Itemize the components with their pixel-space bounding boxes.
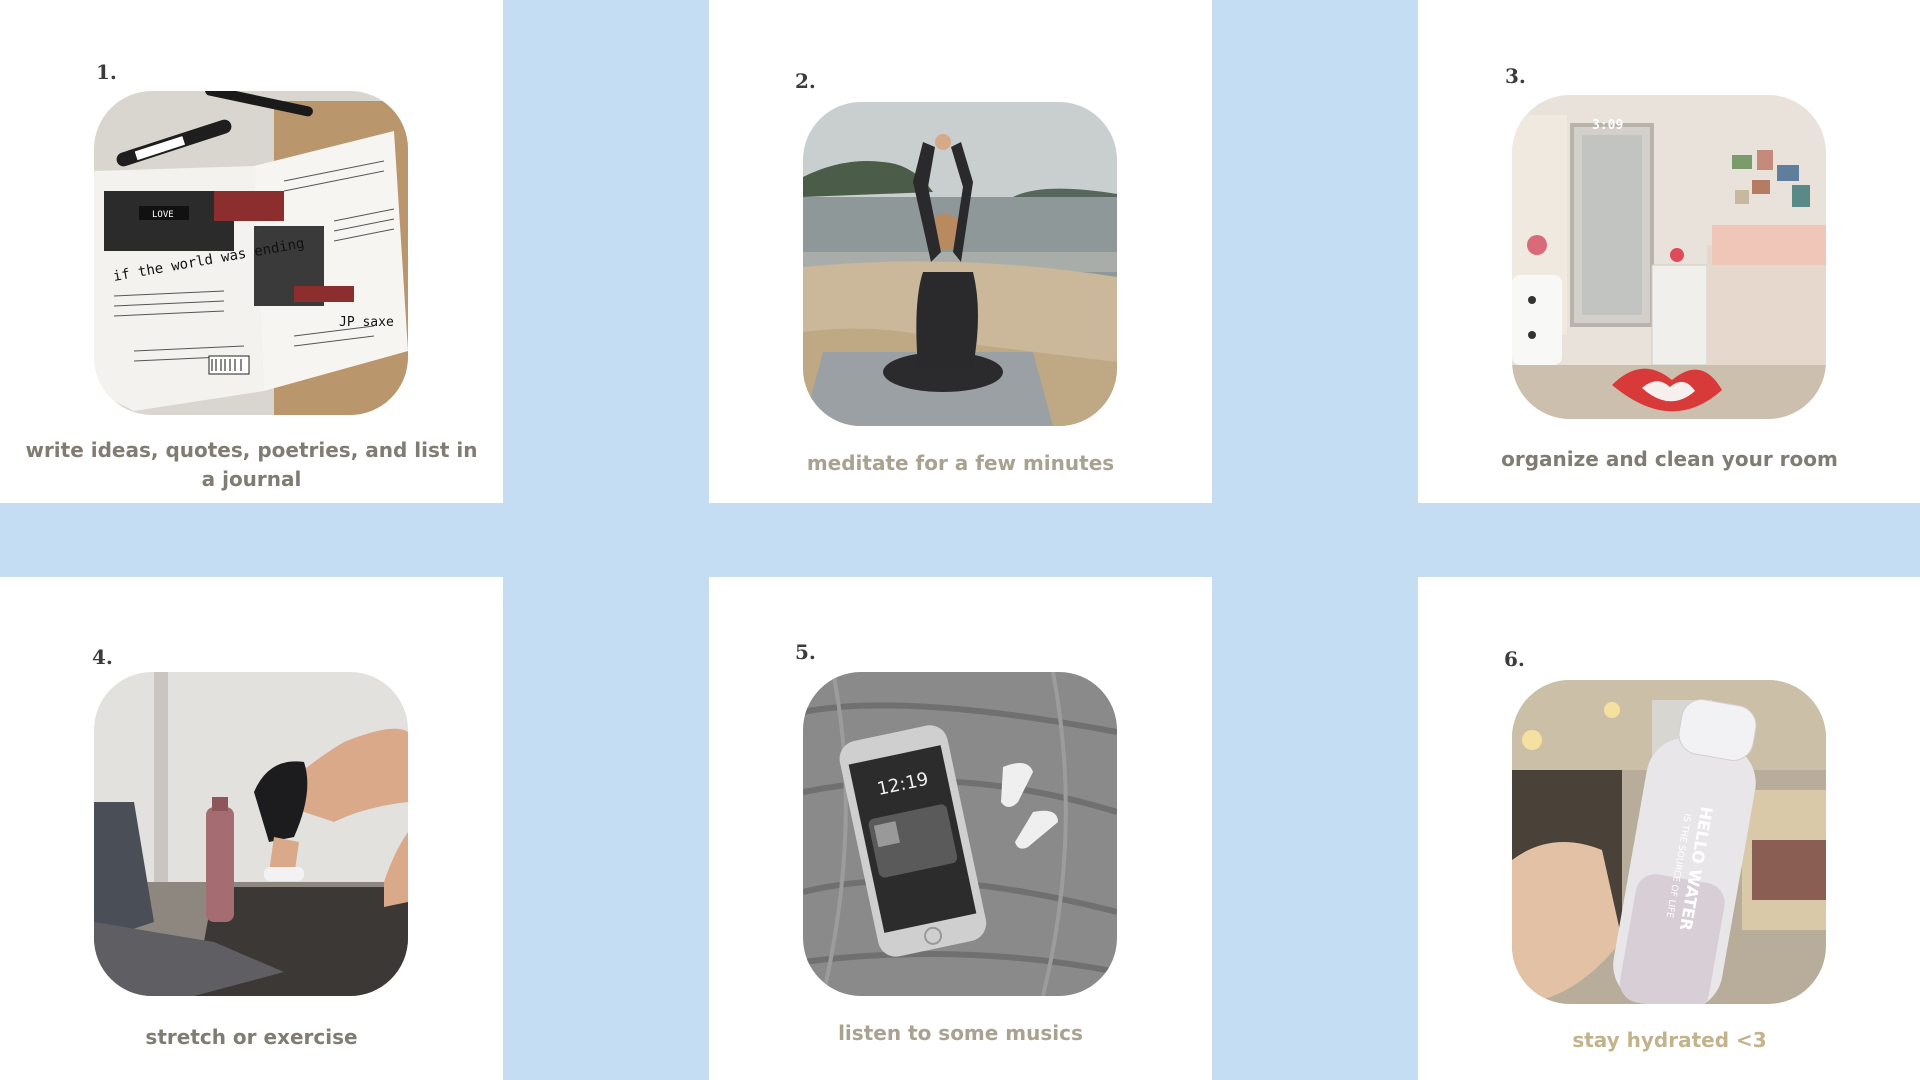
water-bottle-photo: HELLO WATER IS THE SOURCE OF LIFE xyxy=(1512,680,1826,1004)
phone-airpods-photo: 12:19 xyxy=(803,672,1117,996)
journal-photo: LOVE if the world was ending JP saxe xyxy=(94,91,408,415)
exercise-photo xyxy=(94,672,408,996)
card-number: 6. xyxy=(1504,647,1525,671)
card-6: 6. HELLO WATER IS THE SOURCE OF LIFE sta… xyxy=(1418,577,1920,1080)
card-3: 3. 3:09 organize and clean your room xyxy=(1418,0,1920,503)
card-caption: listen to some musics xyxy=(838,1021,1083,1045)
card-1: 1. LOVE if the world was ending JP saxe xyxy=(0,0,503,503)
card-caption: organize and clean your room xyxy=(1501,447,1838,471)
card-number: 4. xyxy=(92,645,113,669)
card-number: 1. xyxy=(96,60,117,84)
card-2: 2. meditate for a few minutes xyxy=(709,0,1212,503)
bedroom-photo: 3:09 xyxy=(1512,95,1826,419)
card-caption: stretch or exercise xyxy=(145,1025,358,1049)
room-clock-text: 3:09 xyxy=(1592,118,1623,133)
card-4: 4. stretch or exercise xyxy=(0,577,503,1080)
card-caption: write ideas, quotes, poetries, and list … xyxy=(25,438,478,491)
beach-meditation-photo xyxy=(803,102,1117,426)
card-number: 2. xyxy=(795,69,816,93)
journal-right-text: JP saxe xyxy=(339,315,394,330)
card-number: 5. xyxy=(795,640,816,664)
card-caption: stay hydrated <3 xyxy=(1572,1028,1767,1052)
card-5: 5. 12:19 listen to some musics xyxy=(709,577,1212,1080)
card-caption: meditate for a few minutes xyxy=(806,451,1115,475)
card-number: 3. xyxy=(1505,64,1526,88)
journal-tag-text: LOVE xyxy=(152,210,174,220)
